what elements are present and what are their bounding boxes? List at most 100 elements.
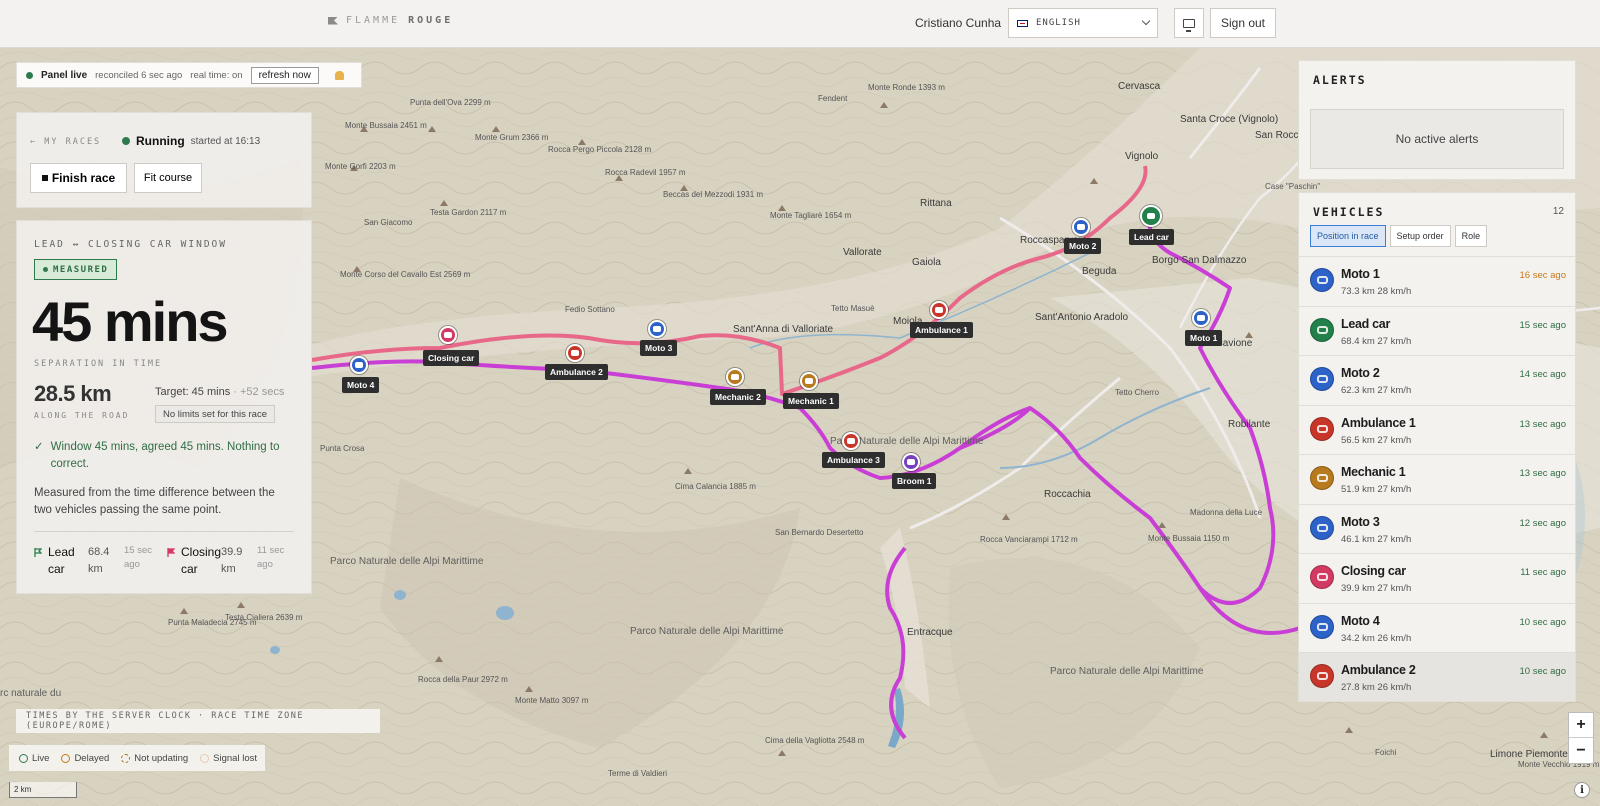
separation-distance: 28.5 km: [34, 381, 112, 406]
wrench-icon: [731, 374, 739, 380]
display-mode-button[interactable]: [1174, 8, 1204, 38]
moto-icon: [1077, 224, 1085, 230]
lead-car-endpoint: Lead car 68.4 km 15 sec ago: [34, 544, 156, 578]
vehicle-glyph-icon: [1316, 622, 1328, 631]
bell-icon[interactable]: [334, 70, 344, 80]
map-label: Vignolo: [1125, 151, 1159, 162]
separation-time-label: SEPARATION IN TIME: [34, 359, 163, 369]
vehicle-row[interactable]: Mechanic 1 51.9 km 27 km/h 13 sec ago: [1299, 454, 1575, 504]
race-state: Running started at 16:13: [122, 134, 260, 148]
my-races-link[interactable]: ← MY RACES: [30, 137, 101, 147]
race-start-time: started at 16:13: [190, 135, 261, 147]
vehicle-row[interactable]: Closing car 39.9 km 27 km/h 11 sec ago: [1299, 553, 1575, 603]
marker-label-mechanic-1: Mechanic 1: [783, 393, 839, 409]
running-indicator-icon: [122, 137, 130, 145]
vehicle-row[interactable]: Moto 2 62.3 km 27 km/h 14 sec ago: [1299, 355, 1575, 405]
map-label: Sant'Antonio Aradolo: [1035, 312, 1129, 323]
vehicle-name: Moto 3: [1341, 514, 1380, 529]
vehicles-panel: VEHICLES 12 Position in race Setup order…: [1298, 192, 1576, 702]
marker-mechanic-2[interactable]: [726, 368, 744, 386]
vehicle-row[interactable]: Moto 1 73.3 km 28 km/h 16 sec ago: [1299, 256, 1575, 306]
map-label: Beguda: [1082, 266, 1117, 277]
marker-label-moto-3: Moto 3: [640, 340, 678, 356]
vehicle-icon: [1310, 664, 1334, 688]
marker-broom-1[interactable]: [902, 453, 920, 471]
check-icon: ✓: [34, 441, 44, 453]
marker-moto-1[interactable]: [1192, 309, 1210, 327]
vehicle-last-seen: 10 sec ago: [1519, 666, 1566, 677]
map-label: Monte Tagliarè 1654 m: [770, 211, 852, 220]
user-name: Cristiano Cunha: [915, 16, 1002, 30]
measured-badge: MEASURED: [34, 259, 118, 280]
lead-flag-icon: [34, 548, 42, 557]
vehicle-icon: [1310, 317, 1334, 342]
wrench-icon: [805, 378, 813, 384]
zoom-in-button[interactable]: +: [1569, 713, 1593, 738]
info-icon[interactable]: i: [1574, 782, 1590, 798]
target-value: Target: 45 mins: [155, 386, 231, 398]
marker-moto-4[interactable]: [350, 356, 368, 374]
marker-moto-3[interactable]: [648, 320, 666, 338]
vehicle-icon: [1310, 565, 1334, 589]
map-label: Terme di Valdieri: [608, 769, 667, 778]
vehicle-row[interactable]: Ambulance 1 56.5 km 27 km/h 13 sec ago: [1299, 404, 1575, 455]
map-label: Punta dell'Ova 2299 m: [410, 98, 491, 107]
realtime-text: real time: on: [190, 69, 243, 81]
vehicle-last-seen: 13 sec ago: [1519, 418, 1566, 430]
finish-race-button[interactable]: Finish race: [30, 163, 127, 193]
legend-signal-lost-label: Signal lost: [213, 752, 258, 764]
marker-moto-2[interactable]: [1072, 218, 1090, 236]
legend-live-label: Live: [32, 752, 50, 764]
map-label: Gaiola: [912, 257, 941, 268]
window-ok-text: Window 45 mins, agreed 45 mins. Nothing …: [50, 441, 280, 470]
target-delta: · +52 secs: [233, 386, 285, 398]
vehicle-row[interactable]: Moto 4 34.2 km 26 km/h 10 sec ago: [1299, 602, 1575, 653]
brand-logo[interactable]: FLAMME ROUGE: [328, 15, 453, 26]
map-label: Monte Corso del Cavallo Est 2569 m: [340, 270, 471, 279]
sort-position-button[interactable]: Position in race: [1310, 225, 1386, 247]
marker-label-closing-car: Closing car: [423, 350, 480, 366]
vehicle-glyph-icon: [1316, 276, 1328, 284]
marker-ambulance-3[interactable]: [842, 432, 860, 450]
marker-label-moto-2: Moto 2: [1064, 238, 1102, 254]
marker-lead-car[interactable]: [1140, 205, 1162, 227]
flag-icon: [444, 332, 452, 338]
language-select[interactable]: ENGLISH: [1008, 8, 1158, 38]
fit-course-button[interactable]: Fit course: [134, 163, 202, 193]
map-label: Tetto Cherro: [1115, 388, 1160, 397]
vehicle-sort-tabs: Position in race Setup order Role: [1310, 225, 1488, 247]
marker-mechanic-1[interactable]: [800, 372, 818, 390]
marker-ambulance-1[interactable]: [930, 301, 948, 319]
map-label: San Bernardo Desertetto: [775, 528, 864, 537]
marker-label-lead-car: Lead car: [1129, 229, 1174, 245]
map-label: Monte Bussaia 2451 m: [345, 121, 427, 130]
delayed-ring-icon: [61, 753, 71, 763]
sort-setup-order-button[interactable]: Setup order: [1389, 225, 1451, 247]
moto-icon: [1197, 315, 1205, 321]
vehicle-row[interactable]: Ambulance 2 27.8 km 26 km/h 10 sec ago: [1299, 652, 1575, 701]
marker-closing-car[interactable]: [439, 326, 457, 344]
zoom-out-button[interactable]: −: [1569, 738, 1593, 763]
status-legend: Live Delayed Not updating Signal lost: [9, 745, 265, 771]
legend-live: Live: [19, 753, 49, 764]
vehicle-row[interactable]: Moto 3 46.1 km 27 km/h 12 sec ago: [1299, 503, 1575, 554]
sign-out-button[interactable]: Sign out: [1210, 8, 1276, 38]
vehicle-glyph-icon: [1316, 672, 1328, 680]
vehicle-meta: 51.9 km 27 km/h: [1341, 484, 1412, 495]
map-scale: 2 km: [9, 782, 77, 798]
vehicle-glyph-icon: [1316, 375, 1328, 383]
map-label: Rocca Pergo Piccola 2128 m: [548, 145, 652, 154]
refresh-now-button[interactable]: refresh now: [250, 66, 319, 84]
marker-ambulance-2[interactable]: [566, 344, 584, 362]
reconciled-text: reconciled 6 sec ago: [95, 69, 183, 81]
timezone-note: TIMES BY THE SERVER CLOCK · RACE TIME ZO…: [16, 709, 380, 733]
vehicle-icon: [1310, 367, 1334, 391]
separation-distance-label: ALONG THE ROAD: [34, 411, 130, 420]
vehicle-icon: [1310, 515, 1334, 540]
vehicle-glyph-icon: [1316, 325, 1328, 334]
legend-not-updating: Not updating: [121, 753, 188, 764]
sort-role-button[interactable]: Role: [1454, 225, 1488, 247]
vehicles-count: 12: [1552, 206, 1564, 217]
map-label: Monte Grum 2366 m: [475, 133, 549, 142]
vehicle-row[interactable]: Lead car 68.4 km 27 km/h 15 sec ago: [1299, 305, 1575, 356]
